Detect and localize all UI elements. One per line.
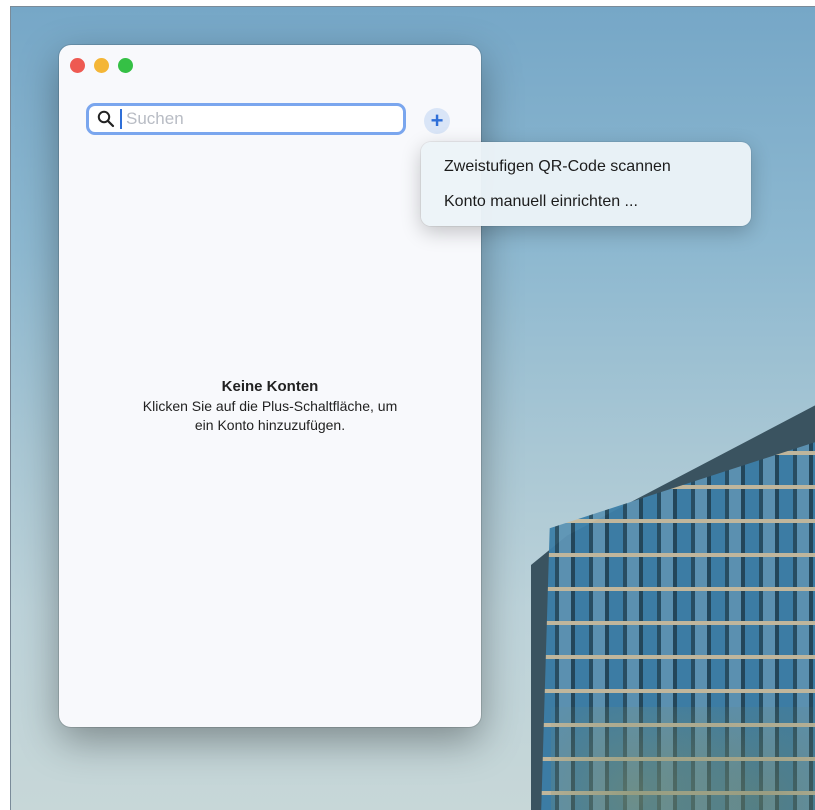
empty-state-line-2: ein Konto hinzuzufügen. bbox=[194, 417, 346, 433]
add-account-button[interactable]: + bbox=[424, 108, 450, 134]
add-account-menu: Zweistufigen QR-Code scannen Konto manue… bbox=[421, 142, 751, 226]
search-icon bbox=[94, 107, 118, 131]
menu-item-scan-qr-code[interactable]: Zweistufigen QR-Code scannen bbox=[444, 158, 671, 176]
close-button[interactable] bbox=[70, 58, 85, 73]
window-controls bbox=[70, 58, 133, 73]
empty-state: Keine Konten Klicken Sie auf die Plus-Sc… bbox=[59, 378, 481, 435]
empty-state-line-1: Klicken Sie auf die Plus-Schaltfläche, u… bbox=[142, 398, 398, 414]
app-window: + Keine Konten Klicken Sie auf die Plus-… bbox=[59, 45, 481, 727]
wallpaper-trees bbox=[551, 707, 815, 810]
menu-item-manual-setup[interactable]: Konto manuell einrichten ... bbox=[444, 193, 638, 211]
search-input[interactable] bbox=[120, 109, 386, 129]
empty-state-title: Keine Konten bbox=[221, 378, 319, 395]
search-field[interactable] bbox=[86, 103, 406, 135]
minimize-button[interactable] bbox=[94, 58, 109, 73]
zoom-button[interactable] bbox=[118, 58, 133, 73]
